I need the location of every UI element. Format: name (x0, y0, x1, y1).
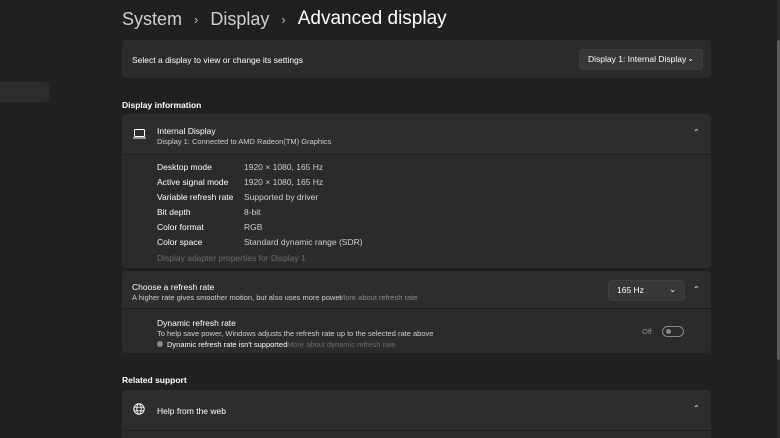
breadcrumb-system[interactable]: System (122, 9, 182, 30)
property-label: Desktop mode (157, 162, 212, 172)
adapter-properties-link[interactable]: Display adapter properties for Display 1 (157, 253, 306, 263)
property-value: Supported by driver (244, 192, 319, 202)
property-label: Color space (157, 237, 203, 247)
display-select-dropdown[interactable]: Display 1: Internal Display ⌄ (579, 49, 703, 70)
device-subtitle: Display 1: Connected to AMD Radeon(TM) G… (157, 137, 332, 146)
help-from-web-header[interactable]: Help from the web ⌃ (122, 390, 711, 430)
dynamic-refresh-warning: Dynamic refresh rate isn't supported (167, 340, 288, 349)
chevron-right-icon: › (281, 11, 286, 27)
related-support-card: Help from the web ⌃ (122, 390, 711, 438)
related-support-heading: Related support (122, 375, 187, 385)
dynamic-refresh-subtitle: To help save power, Windows adjusts the … (157, 329, 434, 338)
breadcrumb: System › Display › Advanced display (122, 6, 447, 32)
refresh-rate-card: Choose a refresh rate A higher rate give… (122, 271, 711, 353)
select-display-card: Select a display to view or change its s… (122, 40, 711, 78)
select-display-label: Select a display to view or change its s… (132, 55, 304, 65)
chevron-up-icon[interactable]: ⌃ (693, 128, 700, 137)
display-information-heading: Display information (122, 100, 202, 110)
chevron-right-icon: › (194, 11, 199, 27)
refresh-rate-subtitle: A higher rate gives smoother motion, but… (132, 293, 343, 302)
display-information-card: Internal Display Display 1: Connected to… (122, 114, 711, 268)
refresh-rate-header: Choose a refresh rate A higher rate give… (122, 271, 711, 308)
sidebar (0, 0, 100, 438)
more-about-refresh-rate-link[interactable]: More about refresh rate (339, 293, 417, 302)
device-name: Internal Display (157, 126, 216, 136)
property-value: RGB (244, 222, 263, 232)
property-label: Variable refresh rate (157, 192, 234, 202)
divider (122, 430, 711, 431)
property-label: Color format (157, 222, 204, 232)
info-icon (157, 341, 163, 347)
sidebar-selected-item[interactable] (0, 82, 49, 102)
dynamic-refresh-title: Dynamic refresh rate (157, 318, 236, 328)
more-about-dynamic-refresh-link[interactable]: More about dynamic refresh rate (287, 340, 395, 349)
chevron-up-icon[interactable]: ⌃ (693, 285, 700, 294)
refresh-rate-dropdown[interactable]: 165 Hz ⌄ (608, 280, 685, 301)
display-info-header[interactable]: Internal Display Display 1: Connected to… (122, 114, 711, 154)
divider (122, 154, 711, 155)
divider (122, 308, 711, 309)
refresh-rate-title: Choose a refresh rate (132, 282, 215, 292)
laptop-icon (133, 129, 146, 139)
toggle-knob (666, 329, 671, 334)
page-title: Advanced display (297, 8, 447, 29)
refresh-rate-value: 165 Hz (617, 285, 644, 295)
display-select-value: Display 1: Internal Display (588, 54, 687, 64)
property-value: Standard dynamic range (SDR) (244, 237, 363, 247)
chevron-down-icon: ⌄ (669, 285, 676, 294)
property-value: 1920 × 1080, 165 Hz (244, 162, 324, 172)
globe-icon (133, 403, 145, 415)
property-value: 8-bit (244, 207, 261, 217)
property-label: Active signal mode (157, 177, 229, 187)
breadcrumb-display[interactable]: Display (210, 9, 269, 30)
dynamic-refresh-toggle-label: Off (642, 327, 652, 336)
chevron-down-icon: ⌄ (687, 54, 694, 63)
dynamic-refresh-toggle[interactable] (662, 326, 684, 337)
property-label: Bit depth (157, 207, 191, 217)
property-value: 1920 × 1080, 165 Hz (244, 177, 324, 187)
help-from-web-label: Help from the web (157, 406, 226, 416)
chevron-up-icon[interactable]: ⌃ (693, 404, 700, 413)
